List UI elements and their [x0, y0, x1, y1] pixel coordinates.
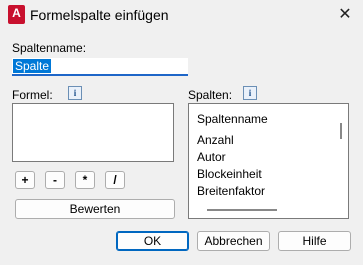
columns-label: Spalten: [188, 88, 233, 102]
cancel-button[interactable]: Abbrechen [197, 231, 270, 251]
minus-button[interactable]: - [45, 171, 65, 189]
formula-textarea[interactable] [12, 103, 174, 162]
list-item[interactable]: Anzahl [197, 133, 234, 147]
plus-button[interactable]: + [15, 171, 35, 189]
ok-button[interactable]: OK [116, 231, 189, 251]
vertical-scrollbar[interactable] [340, 123, 342, 139]
title-bar: A Formelspalte einfügen ✕ [0, 0, 363, 32]
columns-info-icon[interactable]: i [243, 86, 257, 100]
list-item[interactable]: Breitenfaktor [197, 184, 265, 198]
list-item[interactable]: Blockeinheit [197, 167, 262, 181]
autocad-app-icon: A [8, 5, 25, 24]
help-button[interactable]: Hilfe [278, 231, 351, 251]
columns-list-header: Spaltenname [197, 112, 268, 126]
horizontal-scrollbar[interactable] [207, 209, 277, 211]
evaluate-button[interactable]: Bewerten [15, 199, 175, 219]
formula-info-icon[interactable]: i [68, 86, 82, 100]
list-item[interactable]: Autor [197, 150, 226, 164]
multiply-button[interactable]: * [75, 171, 95, 189]
columns-listbox[interactable]: Spaltenname Anzahl Autor Blockeinheit Br… [188, 103, 349, 219]
window-title: Formelspalte einfügen [30, 7, 169, 23]
divide-button[interactable]: / [105, 171, 125, 189]
formula-label: Formel: [12, 88, 53, 102]
close-icon[interactable]: ✕ [336, 6, 354, 24]
column-name-value: Spalte [13, 59, 52, 73]
column-name-input[interactable]: Spalte [12, 58, 188, 76]
column-name-label: Spaltenname: [12, 41, 87, 55]
